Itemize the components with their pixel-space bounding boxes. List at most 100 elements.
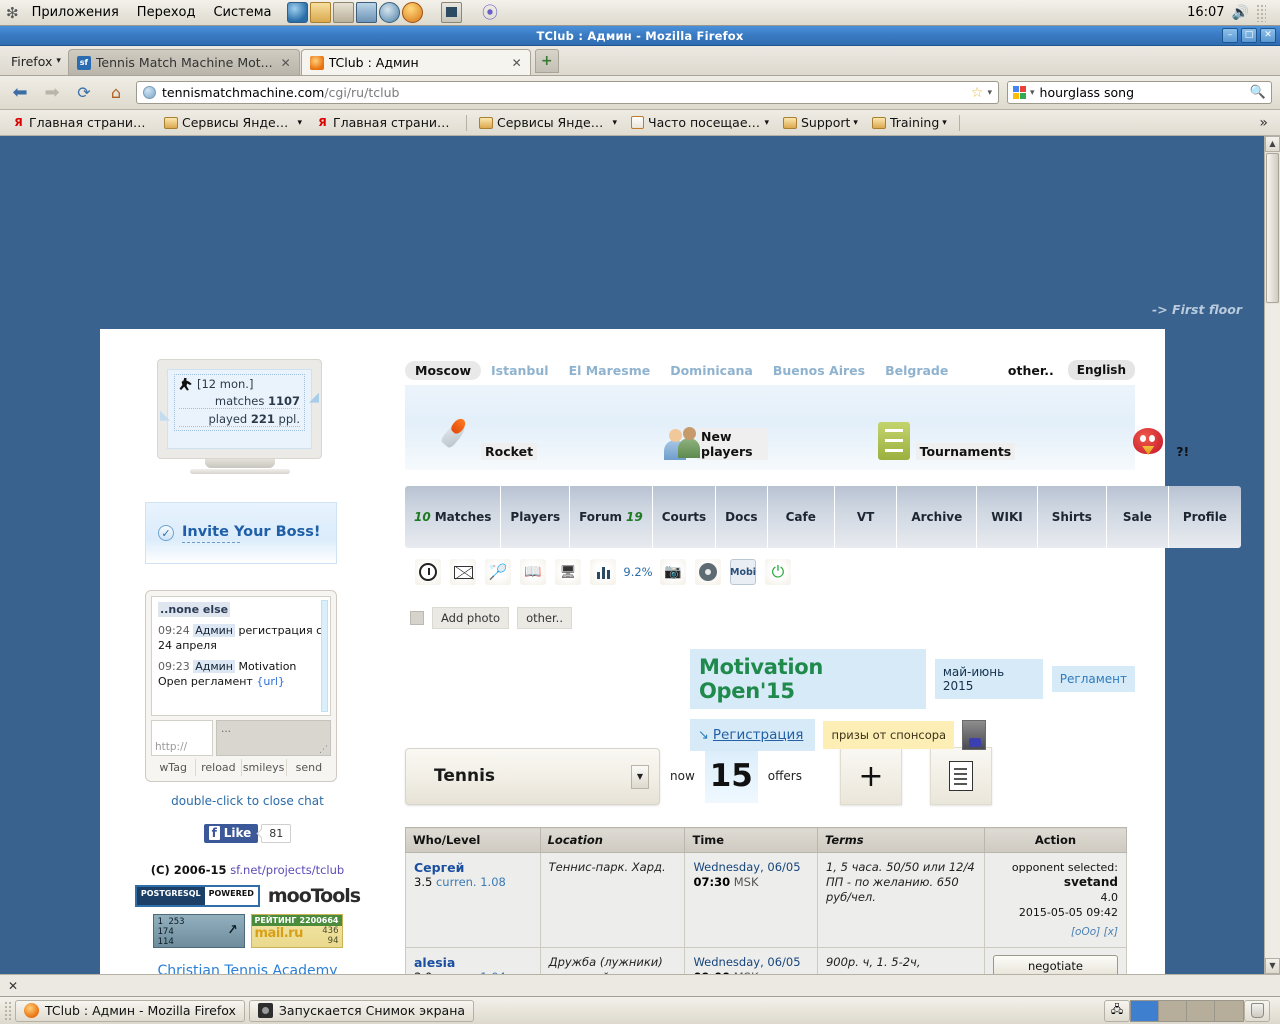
chevron-down-icon[interactable]: ▾ bbox=[987, 88, 992, 98]
workspace-1[interactable] bbox=[1131, 1001, 1159, 1021]
monitor-icon[interactable]: 🖥 bbox=[555, 559, 581, 585]
bookmark-item-6[interactable]: Training ▾ bbox=[866, 113, 953, 132]
scroll-down-arrow-icon[interactable]: ▼ bbox=[1265, 958, 1280, 974]
close-button[interactable]: ✕ bbox=[1260, 28, 1276, 43]
city-moscow[interactable]: Moscow bbox=[405, 361, 481, 380]
chat-user[interactable]: Админ bbox=[193, 660, 235, 673]
bookmark-item-1[interactable]: Сервисы Яндекса ▾ bbox=[158, 113, 308, 132]
wireless-icon[interactable]: ⦿ bbox=[480, 2, 501, 23]
scrollbar-track[interactable] bbox=[1265, 304, 1280, 958]
hero-tournaments[interactable]: Tournaments bbox=[878, 422, 1016, 470]
chat-url-link[interactable]: {url} bbox=[256, 675, 285, 688]
workspace-4[interactable] bbox=[1215, 1001, 1243, 1021]
panel-clock[interactable]: 16:07 bbox=[1187, 5, 1224, 20]
tab-tclub-admin[interactable]: TClub : Админ ✕ bbox=[301, 49, 531, 75]
mailru-rating-badge[interactable]: РЕЙТИНГ 2200664 mail.ru 436 94 bbox=[251, 914, 343, 948]
tab-players[interactable]: Players bbox=[501, 486, 570, 548]
firefox-menu-button[interactable]: Firefox ▾ bbox=[4, 49, 68, 73]
th-terms[interactable]: Terms bbox=[817, 828, 984, 853]
bookmark-item-0[interactable]: Я Главная страница Ян... bbox=[6, 113, 156, 132]
page-scrollbar[interactable]: ▲ ▼ bbox=[1264, 136, 1280, 974]
gnome-foot-icon[interactable]: ❇ bbox=[6, 4, 19, 22]
racket-icon[interactable]: 🏸 bbox=[485, 559, 511, 585]
chat-wtag-button[interactable]: wTag bbox=[151, 759, 196, 776]
laptop-icon[interactable] bbox=[356, 2, 377, 23]
taskbar-item-screenshot[interactable]: Запускается Снимок экрана bbox=[249, 1000, 474, 1022]
clock-icon[interactable] bbox=[415, 559, 441, 585]
percent-indicator[interactable]: 9.2% bbox=[625, 559, 651, 585]
mobi-icon[interactable]: Mobi bbox=[730, 559, 756, 585]
menu-places[interactable]: Переход bbox=[128, 3, 205, 22]
new-tab-button[interactable]: + bbox=[535, 49, 559, 73]
tab-sale[interactable]: Sale bbox=[1107, 486, 1169, 548]
bookmark-item-5[interactable]: Support ▾ bbox=[777, 113, 864, 132]
chart-icon[interactable] bbox=[590, 559, 616, 585]
tab-close-icon[interactable]: ✕ bbox=[512, 56, 522, 70]
taskbar-item-firefox[interactable]: TClub : Админ - Mozilla Firefox bbox=[15, 1000, 245, 1022]
photo-other-button[interactable]: other.. bbox=[517, 607, 572, 629]
search-bar[interactable]: ▾ hourglass song 🔍 bbox=[1007, 81, 1272, 104]
camera-icon[interactable]: 📷 bbox=[660, 559, 686, 585]
home-icon[interactable]: ⌂ bbox=[104, 81, 128, 105]
amber-icon[interactable] bbox=[402, 2, 423, 23]
project-link[interactable]: sf.net/projects/tclub bbox=[230, 863, 344, 877]
bookmark-star-icon[interactable]: ☆ bbox=[971, 85, 984, 101]
chat-reload-button[interactable]: reload bbox=[196, 759, 241, 776]
first-floor-link[interactable]: -> First floor bbox=[1152, 302, 1242, 317]
search-input[interactable]: hourglass song bbox=[1040, 85, 1135, 100]
tab-wiki[interactable]: WIKI bbox=[977, 486, 1037, 548]
sport-selector[interactable]: Tennis ▼ bbox=[405, 748, 660, 805]
mail-icon[interactable] bbox=[450, 559, 476, 585]
tab-shirts[interactable]: Shirts bbox=[1038, 486, 1107, 548]
hero-angry-bird[interactable]: ?! bbox=[1130, 426, 1193, 470]
terminal-icon[interactable] bbox=[441, 2, 462, 23]
maximize-button[interactable]: □ bbox=[1241, 28, 1257, 43]
forward-icon[interactable]: ➡ bbox=[40, 81, 64, 105]
chat-url-input[interactable]: http:// bbox=[151, 720, 213, 756]
tab-vt[interactable]: VT bbox=[835, 486, 897, 548]
minimize-button[interactable]: – bbox=[1222, 28, 1238, 43]
trash-icon[interactable] bbox=[1244, 1000, 1270, 1022]
documents-icon[interactable] bbox=[333, 2, 354, 23]
player-name[interactable]: Сергей bbox=[414, 860, 532, 875]
disc-icon[interactable] bbox=[379, 2, 400, 23]
workspace-2[interactable] bbox=[1159, 1001, 1187, 1021]
bookmark-item-3[interactable]: Сервисы Яндекса ▾ bbox=[473, 113, 623, 132]
tab-tennis-match-machine[interactable]: sf Tennis Match Machine Mot... ✕ bbox=[68, 49, 300, 75]
ad-title[interactable]: Christian Tennis Academy bbox=[157, 963, 337, 974]
folder-icon[interactable] bbox=[310, 2, 331, 23]
back-icon[interactable]: ⬅ bbox=[8, 81, 32, 105]
findbar-close-icon[interactable]: ✕ bbox=[8, 979, 18, 993]
opponent-name[interactable]: svetand bbox=[1064, 875, 1118, 889]
language-selector[interactable]: English bbox=[1068, 360, 1135, 380]
scrollbar-thumb[interactable] bbox=[1266, 153, 1279, 303]
th-location[interactable]: Location bbox=[540, 828, 685, 853]
tab-matches[interactable]: 10Matches bbox=[405, 486, 501, 548]
th-time[interactable]: Time bbox=[685, 828, 817, 853]
bookmarks-overflow-button[interactable]: » bbox=[1259, 115, 1274, 131]
chat-smileys-button[interactable]: smileys bbox=[242, 759, 287, 776]
tab-close-icon[interactable]: ✕ bbox=[281, 56, 291, 70]
menu-system[interactable]: Система bbox=[204, 3, 280, 22]
action-links[interactable]: [oOo] [x] bbox=[993, 925, 1118, 940]
registration-link[interactable]: Регистрация bbox=[713, 727, 804, 743]
film-reel-icon[interactable] bbox=[695, 559, 721, 585]
tab-archive[interactable]: Archive bbox=[897, 486, 977, 548]
city-belgrade[interactable]: Belgrade bbox=[875, 361, 958, 380]
motivation-rules-link[interactable]: Регламент bbox=[1052, 666, 1135, 692]
th-who-level[interactable]: Who/Level bbox=[406, 828, 541, 853]
tab-courts[interactable]: Courts bbox=[653, 486, 716, 548]
th-action[interactable]: Action bbox=[984, 828, 1126, 853]
chevron-down-icon[interactable]: ▾ bbox=[1030, 88, 1035, 98]
workspace-switcher[interactable] bbox=[1130, 1000, 1244, 1022]
chat-log[interactable]: ..none else 09:24 Админ регистрация с 24… bbox=[151, 596, 331, 716]
city-istanbul[interactable]: Istanbul bbox=[481, 361, 559, 380]
city-buenos-aires[interactable]: Buenos Aires bbox=[763, 361, 875, 380]
city-el-maresme[interactable]: El Maresme bbox=[559, 361, 661, 380]
sponsor-thumbnail[interactable] bbox=[962, 720, 986, 750]
chat-message-input[interactable]: ... bbox=[216, 720, 331, 756]
bookmark-item-2[interactable]: Я Главная страница Ян... bbox=[310, 113, 460, 132]
postgresql-badge[interactable]: POSTGRESQL POWERED bbox=[135, 885, 260, 907]
menu-applications[interactable]: Приложения bbox=[23, 3, 128, 22]
search-icon[interactable]: 🔍 bbox=[1250, 85, 1266, 100]
